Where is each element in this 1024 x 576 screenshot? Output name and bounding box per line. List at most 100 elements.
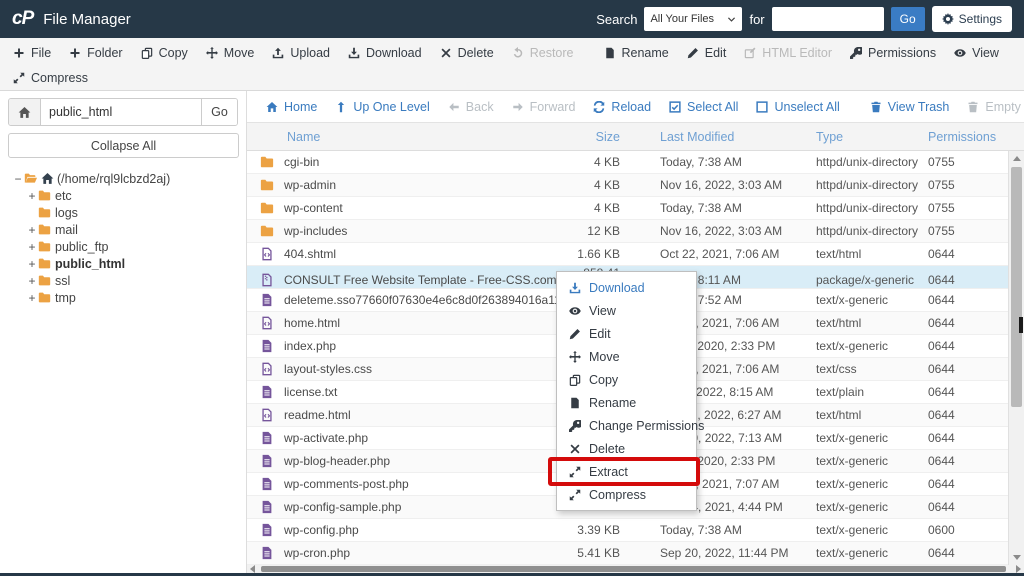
path-home-button[interactable] bbox=[9, 99, 41, 125]
action-toolbar: File Folder Copy Move Upload Download De… bbox=[0, 38, 1024, 91]
compress-button[interactable]: Compress bbox=[4, 71, 97, 85]
context-menu-edit[interactable]: Edit bbox=[557, 322, 696, 345]
tree-item-etc[interactable]: +etc bbox=[26, 187, 246, 204]
tree-item-tmp[interactable]: +tmp bbox=[26, 289, 246, 306]
column-size[interactable]: Size bbox=[566, 130, 656, 144]
restore-icon bbox=[512, 47, 524, 59]
tree-collapse-toggle[interactable]: − bbox=[12, 172, 24, 186]
table-row[interactable]: cgi-bin4 KBToday, 7:38 AMhttpd/unix-dire… bbox=[247, 151, 1024, 174]
vertical-scrollbar[interactable] bbox=[1008, 151, 1024, 565]
edit-button[interactable]: Edit bbox=[678, 46, 736, 60]
chevron-down-icon bbox=[727, 15, 736, 24]
upload-icon bbox=[272, 47, 284, 59]
context-menu-copy[interactable]: Copy bbox=[557, 368, 696, 391]
tree-item-public-html[interactable]: +public_html bbox=[26, 255, 246, 272]
scrollbar-thumb[interactable] bbox=[1011, 167, 1022, 407]
copy-button[interactable]: Copy bbox=[132, 46, 197, 60]
permissions-button[interactable]: Permissions bbox=[841, 46, 945, 60]
nav-home[interactable]: Home bbox=[257, 100, 326, 114]
horizontal-scrollbar[interactable] bbox=[247, 565, 1024, 573]
file-code-icon bbox=[260, 408, 274, 422]
column-last-modified[interactable]: Last Modified bbox=[656, 130, 816, 144]
page-title: File Manager bbox=[43, 11, 131, 28]
file-code-icon bbox=[260, 247, 274, 261]
view-button[interactable]: View bbox=[945, 46, 1008, 60]
file-lines-icon bbox=[260, 546, 274, 560]
pencil-icon bbox=[687, 47, 699, 59]
search-go-button[interactable]: Go bbox=[891, 7, 925, 31]
nav-up-one-level[interactable]: Up One Level bbox=[326, 100, 438, 114]
right-arrow-icon bbox=[512, 101, 524, 113]
home-icon bbox=[41, 172, 54, 185]
column-permissions[interactable]: Permissions bbox=[928, 130, 1008, 144]
left-arrow-icon bbox=[448, 101, 460, 113]
square-icon bbox=[756, 101, 768, 113]
restore-button: Restore bbox=[503, 46, 583, 60]
file-zip-icon bbox=[260, 273, 274, 287]
settings-label: Settings bbox=[959, 12, 1002, 26]
column-name[interactable]: Name bbox=[247, 130, 566, 144]
table-row[interactable]: wp-cron.php5.41 KBSep 20, 2022, 11:44 PM… bbox=[247, 542, 1024, 565]
tree-item-logs[interactable]: logs bbox=[26, 204, 246, 221]
table-row[interactable]: wp-content4 KBToday, 7:38 AMhttpd/unix-d… bbox=[247, 197, 1024, 220]
table-row[interactable]: wp-config.php3.39 KBToday, 7:38 AMtext/x… bbox=[247, 519, 1024, 542]
download-icon bbox=[348, 47, 360, 59]
context-menu-view[interactable]: View bbox=[557, 299, 696, 322]
nav-select-all[interactable]: Select All bbox=[660, 100, 747, 114]
context-menu-move[interactable]: Move bbox=[557, 345, 696, 368]
scroll-right-arrow[interactable] bbox=[1016, 565, 1021, 573]
context-menu-compress[interactable]: Compress bbox=[557, 483, 696, 506]
context-menu-change-permissions[interactable]: Change Permissions bbox=[557, 414, 696, 437]
plus-icon bbox=[13, 47, 25, 59]
table-row[interactable]: 404.shtml1.66 KBOct 22, 2021, 7:06 AMtex… bbox=[247, 243, 1024, 266]
file-button[interactable]: File bbox=[4, 46, 60, 60]
search-scope-select[interactable]: All Your Files bbox=[644, 7, 742, 31]
move-icon bbox=[569, 351, 581, 363]
file-lines-icon bbox=[260, 431, 274, 445]
upload-button[interactable]: Upload bbox=[263, 46, 339, 60]
nav-reload[interactable]: Reload bbox=[584, 100, 660, 114]
folder-button[interactable]: Folder bbox=[60, 46, 131, 60]
copy-icon bbox=[141, 47, 153, 59]
nav-unselect-all[interactable]: Unselect All bbox=[747, 100, 848, 114]
html-editor-icon bbox=[744, 47, 756, 59]
delete-button[interactable]: Delete bbox=[431, 46, 503, 60]
folder-icon bbox=[38, 240, 51, 253]
table-header: Name Size Last Modified Type Permissions bbox=[247, 123, 1024, 151]
table-row[interactable]: wp-includes12 KBNov 16, 2022, 3:03 AMhtt… bbox=[247, 220, 1024, 243]
table-row[interactable]: wp-admin4 KBNov 16, 2022, 3:03 AMhttpd/u… bbox=[247, 174, 1024, 197]
move-button[interactable]: Move bbox=[197, 46, 264, 60]
rename-button[interactable]: Rename bbox=[595, 46, 678, 60]
download-icon bbox=[569, 282, 581, 294]
folder-icon bbox=[38, 274, 51, 287]
collapse-all-button[interactable]: Collapse All bbox=[8, 133, 239, 158]
folder-icon bbox=[38, 291, 51, 304]
tree-item-public-ftp[interactable]: +public_ftp bbox=[26, 238, 246, 255]
tree-root[interactable]: − (/home/rql9lcbzd2aj) bbox=[12, 170, 246, 187]
context-menu-rename[interactable]: Rename bbox=[557, 391, 696, 414]
scrollbar-thumb[interactable] bbox=[261, 566, 1006, 572]
column-type[interactable]: Type bbox=[816, 130, 928, 144]
download-button[interactable]: Download bbox=[339, 46, 431, 60]
extract-button[interactable]: Extract bbox=[1020, 46, 1024, 60]
top-header-bar: cP File Manager Search All Your Files fo… bbox=[0, 0, 1024, 38]
search-label: Search bbox=[596, 12, 637, 27]
nav-view-trash[interactable]: View Trash bbox=[861, 100, 959, 114]
scroll-down-arrow[interactable] bbox=[1013, 555, 1021, 560]
tree-item-mail[interactable]: +mail bbox=[26, 221, 246, 238]
context-menu-download[interactable]: Download bbox=[557, 276, 696, 299]
path-go-button[interactable]: Go bbox=[201, 99, 237, 125]
context-menu-delete[interactable]: Delete bbox=[557, 437, 696, 460]
scroll-up-arrow[interactable] bbox=[1013, 156, 1021, 161]
path-input[interactable] bbox=[41, 99, 201, 125]
folder-icon bbox=[260, 201, 274, 215]
eye-icon bbox=[569, 305, 581, 317]
context-menu-extract[interactable]: Extract bbox=[557, 460, 696, 483]
search-input[interactable] bbox=[772, 7, 884, 31]
folder-icon bbox=[38, 189, 51, 202]
scroll-left-arrow[interactable] bbox=[250, 565, 255, 573]
up-arrow-icon bbox=[335, 101, 347, 113]
settings-button[interactable]: Settings bbox=[932, 6, 1012, 32]
tree-item-ssl[interactable]: +ssl bbox=[26, 272, 246, 289]
x-icon bbox=[440, 47, 452, 59]
